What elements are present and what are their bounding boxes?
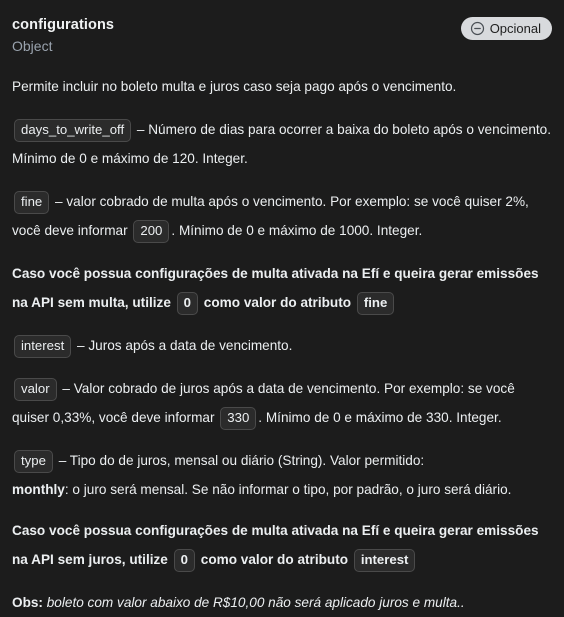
obs-label: Obs: xyxy=(12,595,43,610)
fine-text-after: . Mínimo de 0 e máximo de 1000. Integer. xyxy=(171,223,423,238)
interest-text: – Juros após a data de vencimento. xyxy=(73,338,293,353)
property-type-label: Object xyxy=(12,38,53,54)
code-chip-valor-value: 330 xyxy=(220,407,257,430)
interest-note-part2: como valor do atributo xyxy=(196,552,352,567)
property-header: configurations Object Opcional xyxy=(12,16,552,56)
type-monthly-label: monthly xyxy=(12,482,65,497)
code-chip-fine-attr: fine xyxy=(356,292,395,315)
obs-text: boleto com valor abaixo de R$10,00 não s… xyxy=(42,595,465,610)
page-title: configurations xyxy=(12,17,115,33)
status-badge-label: Opcional xyxy=(489,21,541,36)
code-chip-days-to-write-off: days_to_write_off xyxy=(14,119,132,142)
status-badge-optional: Opcional xyxy=(460,17,552,40)
code-chip-valor: valor xyxy=(14,378,57,401)
code-chip-fine-zero: 0 xyxy=(176,292,199,315)
intro-paragraph: Permite incluir no boleto multa e juros … xyxy=(12,79,457,94)
valor-paragraph: valor – Valor cobrado de juros após a da… xyxy=(12,374,552,432)
code-chip-fine: fine xyxy=(14,191,50,214)
obs-paragraph: Obs: boleto com valor abaixo de R$10,00 … xyxy=(12,588,552,617)
code-chip-interest: interest xyxy=(14,335,72,358)
type-monthly-text: : o juro será mensal. Se não informar o … xyxy=(64,482,512,497)
interest-paragraph: interest – Juros após a data de vencimen… xyxy=(12,331,552,360)
property-documentation-panel: configurations Object Opcional Permite i… xyxy=(0,0,564,610)
type-paragraph: type – Tipo do de juros, mensal ou diári… xyxy=(12,446,552,504)
minus-circle-icon xyxy=(470,21,485,36)
property-title-block: configurations Object xyxy=(12,16,114,56)
code-chip-interest-attr: interest xyxy=(353,549,416,572)
fine-note-paragraph: Caso você possua configurações de multa … xyxy=(12,259,552,317)
valor-text-after: . Mínimo de 0 e máximo de 330. Integer. xyxy=(258,410,502,425)
type-text: – Tipo do de juros, mensal ou diário (St… xyxy=(54,453,425,468)
code-chip-type: type xyxy=(14,450,53,473)
interest-note-paragraph: Caso você possua configurações de multa … xyxy=(12,516,552,574)
fine-paragraph: fine – valor cobrado de multa após o ven… xyxy=(12,187,552,245)
code-chip-fine-value: 200 xyxy=(133,220,170,243)
days-to-write-off-paragraph: days_to_write_off – Número de dias para … xyxy=(12,115,552,173)
fine-note-part2: como valor do atributo xyxy=(200,295,355,310)
code-chip-interest-zero: 0 xyxy=(173,549,195,572)
